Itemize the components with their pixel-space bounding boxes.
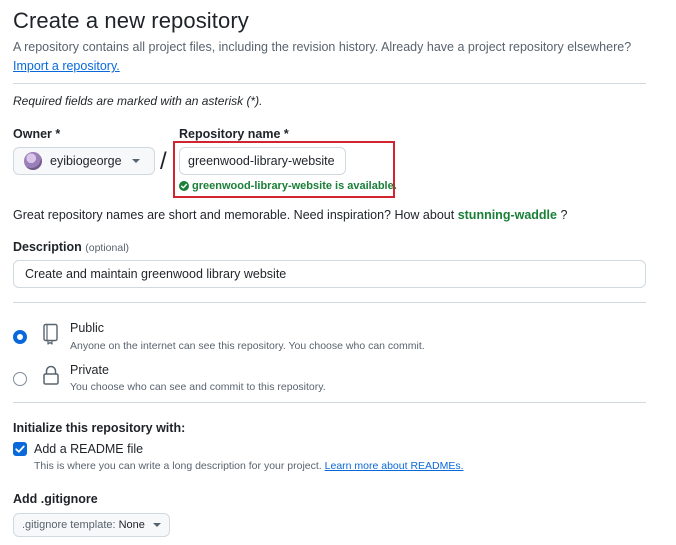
description-input[interactable] [13,260,646,288]
repository-name-input[interactable] [179,147,346,175]
inspiration-prompt: Great repository names are short and mem… [13,208,455,222]
avatar [24,152,42,170]
chevron-down-icon [131,159,140,163]
divider [13,302,646,303]
readme-help: This is where you can write a long descr… [34,460,464,472]
inspiration-text: Great repository names are short and mem… [13,208,567,222]
description-label: Description [13,240,82,254]
repo-book-icon [42,323,60,350]
gitignore-value: None [118,519,145,531]
chevron-down-icon [152,523,161,527]
owner-label: Owner * [13,127,61,141]
check-circle-icon [179,181,189,191]
public-title: Public [70,321,105,335]
readme-description: This is where you can write a long descr… [34,460,322,472]
page-subtitle: A repository contains all project files,… [13,40,632,54]
availability-message: greenwood-library-website is available. [179,180,397,192]
readme-checkbox[interactable] [13,442,27,456]
suggested-name-link[interactable]: stunning-waddle [458,208,557,222]
inspiration-suffix: ? [560,208,568,222]
gitignore-prefix: .gitignore template: [22,519,116,531]
owner-repo-separator: / [160,148,167,175]
import-repository-link[interactable]: Import a repository. [13,59,120,73]
description-label-row: Description (optional) [13,240,129,254]
readme-label[interactable]: Add a README file [34,442,143,456]
required-fields-note: Required fields are marked with an aster… [13,94,263,108]
divider [13,402,646,403]
repository-name-label: Repository name * [179,127,289,141]
lock-icon [42,364,60,391]
owner-value: eyibiogeorge [50,154,122,168]
gitignore-template-dropdown[interactable]: .gitignore template: None [13,513,170,537]
optional-tag: (optional) [85,242,130,254]
public-radio[interactable] [13,330,27,344]
public-description: Anyone on the internet can see this repo… [70,340,425,352]
page-title: Create a new repository [13,8,249,33]
checkmark-icon [15,445,25,453]
gitignore-heading: Add .gitignore [13,492,98,506]
learn-more-readmes-link[interactable]: Learn more about READMEs. [325,460,464,472]
initialize-heading: Initialize this repository with: [13,421,186,435]
private-title: Private [70,363,109,377]
divider [13,83,646,84]
private-description: You choose who can see and commit to thi… [70,381,326,393]
private-radio[interactable] [13,372,27,386]
availability-text: greenwood-library-website is available. [192,180,397,192]
owner-dropdown[interactable]: eyibiogeorge [13,147,155,175]
